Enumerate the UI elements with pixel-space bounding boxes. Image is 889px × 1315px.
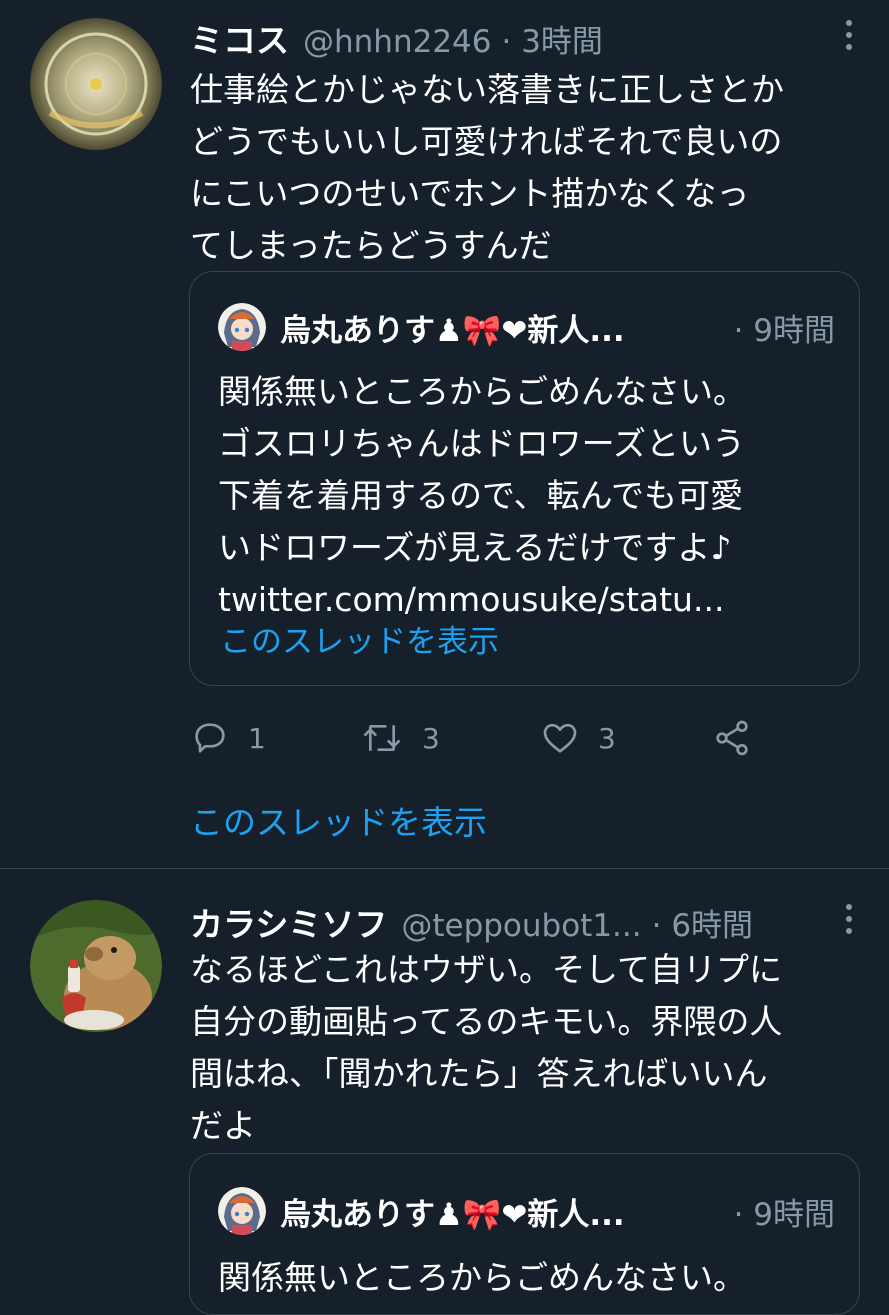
tweet-divider [0,868,889,869]
quoted-display-name: 烏丸ありす♟🎀❤新人... [280,1196,625,1233]
reply-icon [195,723,225,753]
like-button[interactable]: 3 [540,712,616,764]
quoted-tweet-text: 関係無いところからごめんなさい。 [218,1258,746,1297]
display-name[interactable]: ミコス [190,14,289,62]
tweet-text: なるほどこれはウザい。そして自リプに 自分の動画貼ってるのキモい。界隈の人 間は… [190,950,783,1145]
quoted-tweet[interactable]: 烏丸ありす♟🎀❤新人... · 9時間 関係無いところからごめんなさい。 [189,1153,860,1315]
quoted-show-thread-link[interactable]: このスレッドを表示 [220,616,499,661]
like-icon [543,723,577,753]
quoted-timestamp: · 9時間 [733,312,835,349]
more-options-icon[interactable] [845,20,853,52]
display-name[interactable]: カラシミソフ [190,898,387,946]
retweet-button[interactable]: 3 [360,712,440,764]
share-button[interactable] [712,712,752,764]
user-handle[interactable]: @hnhn2246 [303,24,491,60]
tweet-actions: 1 3 3 [190,712,790,764]
reply-count: 1 [248,721,266,755]
avatar[interactable] [30,18,162,150]
share-icon [716,720,748,756]
reply-button[interactable]: 1 [190,712,266,764]
quoted-timestamp: · 9時間 [733,1196,835,1233]
retweet-count: 3 [422,721,440,755]
quoted-avatar [218,303,266,351]
user-handle[interactable]: @teppoubot1... [401,908,641,944]
tweet-1[interactable]: ミコス @hnhn2246 · 3時間 仕事絵とかじゃない落書きに正しさとか ど… [0,0,889,868]
retweet-icon [364,725,400,751]
tweet-text: 仕事絵とかじゃない落書きに正しさとか どうでもいいし可愛ければそれで良いの にこ… [190,70,784,265]
quoted-avatar [218,1187,266,1235]
timestamp[interactable]: · 3時間 [501,16,602,61]
like-count: 3 [598,721,616,755]
tweet-2[interactable]: カラシミソフ @teppoubot1... · 6時間 なるほどこれはウザい。そ… [0,884,889,1315]
quoted-display-name: 烏丸ありす♟🎀❤新人... [280,312,625,349]
show-thread-link[interactable]: このスレッドを表示 [190,796,487,844]
quoted-tweet-text: 関係無いところからごめんなさい。 ゴスロリちゃんはドロワーズという 下着を着用す… [218,372,746,567]
timestamp[interactable]: · 6時間 [652,900,753,945]
more-options-icon[interactable] [845,904,853,936]
quoted-tweet[interactable]: 烏丸ありす♟🎀❤新人... · 9時間 関係無いところからごめんなさい。 ゴスロ… [189,271,860,686]
avatar[interactable] [30,900,162,1032]
